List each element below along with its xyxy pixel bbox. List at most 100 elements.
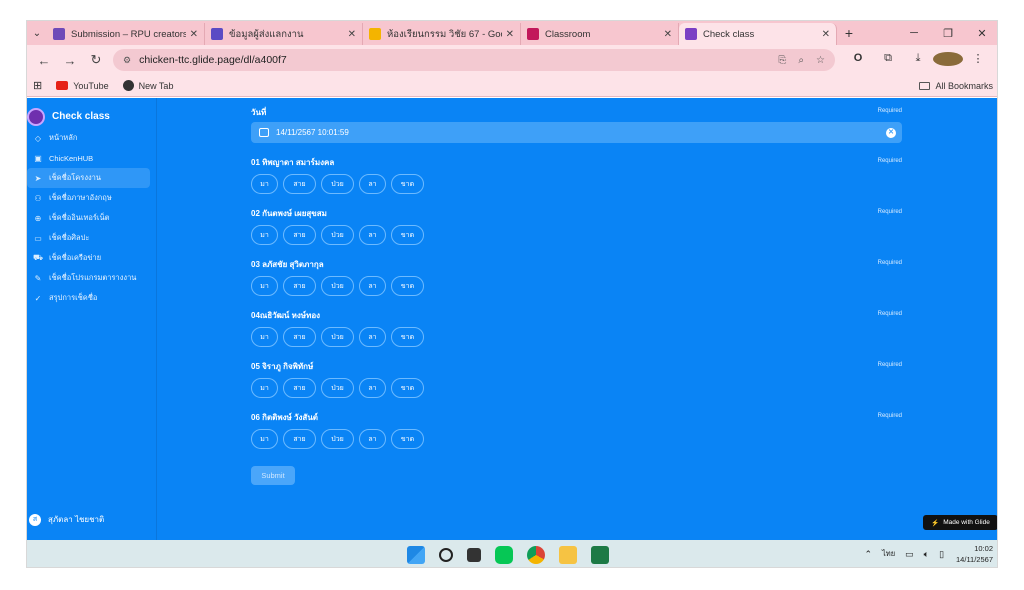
attendance-option-chip[interactable]: มา bbox=[251, 174, 278, 194]
attendance-option-chip[interactable]: ลา bbox=[359, 225, 386, 245]
all-bookmarks-button[interactable]: All Bookmarks bbox=[919, 81, 993, 91]
language-indicator[interactable]: ไทย bbox=[882, 548, 895, 560]
browser-tab[interactable]: ห้องเรียนกรรม วิชัย 67 - Google ✕ bbox=[363, 23, 521, 45]
install-app-icon[interactable]: ⎘ bbox=[778, 55, 786, 66]
attendance-option-chip[interactable]: ป่วย bbox=[321, 378, 354, 398]
attendance-option-chip[interactable]: ลา bbox=[359, 174, 386, 194]
student-row: 03 ลภัสชัย สุวิตภากุล Required มา สาย ป่วย ลา… bbox=[251, 256, 902, 296]
chevron-up-icon[interactable]: ⌃ bbox=[864, 549, 872, 560]
attendance-option-chip[interactable]: สาย bbox=[283, 429, 316, 449]
tab-label: ห้องเรียนกรรม วิชัย 67 - Google bbox=[387, 28, 502, 40]
submit-button[interactable]: Submit bbox=[251, 466, 295, 485]
excel-icon[interactable] bbox=[591, 546, 609, 564]
extensions-icon[interactable]: ⧉ bbox=[873, 52, 903, 69]
back-icon[interactable]: ← bbox=[31, 53, 57, 68]
windows-start-icon[interactable] bbox=[407, 546, 425, 564]
zoom-icon[interactable]: ⌕ bbox=[798, 55, 804, 66]
form-content: วันที่ Required 14/11/2567 10:01:59 ✕ 01… bbox=[251, 98, 902, 540]
tab-close-icon[interactable]: ✕ bbox=[348, 29, 356, 40]
app-brand[interactable]: Check class bbox=[27, 98, 156, 128]
attendance-option-chip[interactable]: ขาด bbox=[391, 225, 424, 245]
attendance-option-chip[interactable]: มา bbox=[251, 225, 278, 245]
restore-icon[interactable]: ❐ bbox=[931, 27, 965, 40]
close-window-icon[interactable]: ✕ bbox=[965, 27, 997, 40]
attendance-option-chip[interactable]: สาย bbox=[283, 327, 316, 347]
attendance-option-chip[interactable]: ลา bbox=[359, 327, 386, 347]
chrome-icon[interactable] bbox=[527, 546, 545, 564]
address-bar[interactable]: ⚙ chicken-ttc.glide.page/dl/a400f7 ⎘ ⌕ ☆ bbox=[113, 49, 835, 71]
url-text[interactable]: chicken-ttc.glide.page/dl/a400f7 bbox=[139, 54, 766, 66]
user-profile[interactable]: ส สุภัตลา ไชยชาติ bbox=[27, 513, 104, 526]
attendance-option-chip[interactable]: มา bbox=[251, 276, 278, 296]
bookmark-star-icon[interactable]: ☆ bbox=[816, 55, 825, 66]
network-icon[interactable]: ▭ bbox=[905, 549, 914, 560]
line-app-icon[interactable] bbox=[495, 546, 513, 564]
attendance-option-chip[interactable]: ป่วย bbox=[321, 276, 354, 296]
profile-avatar[interactable] bbox=[933, 51, 963, 69]
attendance-option-chip[interactable]: สาย bbox=[283, 276, 316, 296]
attendance-option-chip[interactable]: ป่วย bbox=[321, 327, 354, 347]
attendance-option-chip[interactable]: ลา bbox=[359, 378, 386, 398]
battery-icon[interactable]: ▯ bbox=[939, 549, 944, 560]
sidebar-item[interactable]: ▭ เช็คชื่อศิลปะ bbox=[27, 228, 150, 248]
tab-close-icon[interactable]: ✕ bbox=[506, 29, 514, 40]
minimize-icon[interactable]: ─ bbox=[897, 27, 931, 40]
sidebar-item[interactable]: ⛟ เช็คชื่อเครือข่าย bbox=[27, 248, 150, 268]
student-header: 02 กันตพงษ์ เผยสุขสม Required bbox=[251, 205, 902, 219]
volume-icon[interactable]: 🔈︎ bbox=[924, 549, 929, 560]
sidebar-item[interactable]: ◇ หน้าหลัก bbox=[27, 128, 150, 148]
sidebar-item-label: เช็คชื่อภาษาอังกฤษ bbox=[49, 193, 112, 202]
sidebar-item[interactable]: ➤ เช็คชื่อโครงงาน bbox=[27, 168, 150, 188]
sidebar-item[interactable]: ⚇ เช็คชื่อภาษาอังกฤษ bbox=[27, 188, 150, 208]
forward-icon[interactable]: → bbox=[57, 53, 83, 68]
sidebar-item-label: ChicKenHUB bbox=[49, 153, 94, 163]
attendance-option-chip[interactable]: มา bbox=[251, 327, 278, 347]
search-icon[interactable] bbox=[439, 548, 453, 562]
attendance-option-chip[interactable]: มา bbox=[251, 429, 278, 449]
attendance-option-chip[interactable]: ป่วย bbox=[321, 225, 354, 245]
attendance-option-chip[interactable]: สาย bbox=[283, 174, 316, 194]
clear-date-icon[interactable]: ✕ bbox=[886, 127, 896, 138]
attendance-option-chip[interactable]: ขาด bbox=[391, 276, 424, 296]
sidebar-item[interactable]: ✓ สรุปการเช็คชื่อ bbox=[27, 288, 150, 308]
sidebar-item[interactable]: ✎ เช็คชื่อโปรแกรมตารางงาน bbox=[27, 268, 150, 288]
attendance-option-chip[interactable]: ป่วย bbox=[321, 174, 354, 194]
attendance-option-chip[interactable]: ขาด bbox=[391, 327, 424, 347]
bookmark-youtube[interactable]: YouTube bbox=[56, 81, 109, 91]
attendance-option-chip[interactable]: ขาด bbox=[391, 429, 424, 449]
tab-close-icon[interactable]: ✕ bbox=[664, 29, 672, 40]
attendance-option-chip[interactable]: ขาด bbox=[391, 174, 424, 194]
browser-tab[interactable]: ข้อมูลผู้ส่งแลกงาน ✕ bbox=[205, 23, 363, 45]
attendance-option-chip[interactable]: ขาด bbox=[391, 378, 424, 398]
new-tab-button[interactable]: + bbox=[837, 25, 861, 41]
browser-tab[interactable]: Submission – RPU creatorsx ✕ bbox=[47, 23, 205, 45]
sidebar-item[interactable]: ⊕ เช็คชื่ออินเทอร์เน็ต bbox=[27, 208, 150, 228]
tab-favicon-icon bbox=[211, 28, 223, 40]
clock[interactable]: 10:02 14/11/2567 bbox=[956, 543, 993, 565]
date-input[interactable]: 14/11/2567 10:01:59 ✕ bbox=[251, 122, 902, 143]
task-view-icon[interactable] bbox=[467, 548, 481, 562]
site-settings-icon[interactable]: ⚙ bbox=[123, 55, 131, 66]
download-icon[interactable]: ⤓ bbox=[903, 52, 933, 69]
apps-grid-icon[interactable]: ⊞ bbox=[33, 79, 42, 92]
browser-tab-active[interactable]: Check class ✕ bbox=[679, 23, 837, 45]
bookmark-new-tab[interactable]: New Tab bbox=[122, 80, 173, 91]
browser-menu-icon[interactable]: ⋮ bbox=[963, 52, 993, 69]
attendance-option-chip[interactable]: ป่วย bbox=[321, 429, 354, 449]
attendance-choices: มา สาย ป่วย ลา ขาด bbox=[251, 327, 902, 347]
attendance-option-chip[interactable]: ลา bbox=[359, 276, 386, 296]
attendance-option-chip[interactable]: สาย bbox=[283, 378, 316, 398]
tab-close-icon[interactable]: ✕ bbox=[822, 29, 830, 40]
file-explorer-icon[interactable] bbox=[559, 546, 577, 564]
attendance-choices: มา สาย ป่วย ลา ขาด bbox=[251, 276, 902, 296]
sidebar-item[interactable]: ▣ ChicKenHUB bbox=[27, 148, 150, 168]
made-with-glide-badge[interactable]: ⚡ Made with Glide bbox=[923, 515, 997, 530]
browser-tab[interactable]: Classroom ✕ bbox=[521, 23, 679, 45]
attendance-option-chip[interactable]: มา bbox=[251, 378, 278, 398]
attendance-option-chip[interactable]: ลา bbox=[359, 429, 386, 449]
tab-close-icon[interactable]: ✕ bbox=[190, 29, 198, 40]
opera-extension-icon[interactable]: O bbox=[843, 52, 873, 69]
tab-search-icon[interactable]: ⌄ bbox=[27, 21, 47, 45]
attendance-option-chip[interactable]: สาย bbox=[283, 225, 316, 245]
reload-icon[interactable]: ↻ bbox=[83, 52, 109, 68]
